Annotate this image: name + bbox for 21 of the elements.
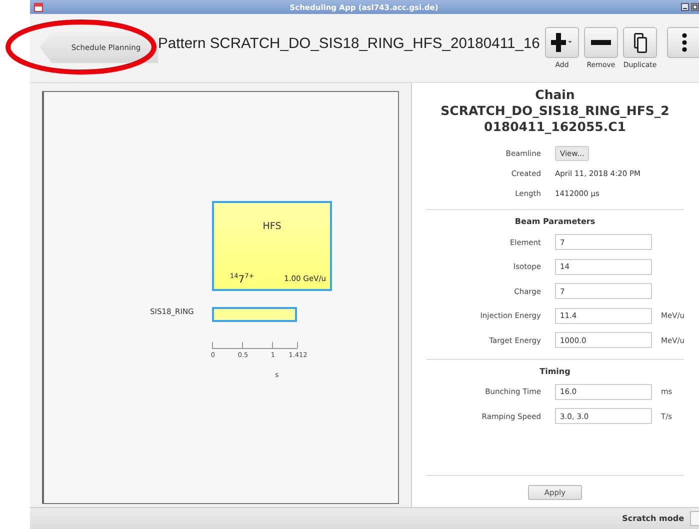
remove-button[interactable]	[584, 27, 618, 58]
duplicate-button[interactable]	[623, 27, 657, 58]
add-button[interactable]	[545, 27, 579, 58]
mode-toggle[interactable]	[690, 511, 699, 526]
ion-label: $^{14}$7$^{7+}$	[230, 272, 254, 285]
pattern-title: Pattern SCRATCH_DO_SIS18_RING_HFS_20180411_16	[158, 36, 540, 52]
section-title: Beam Parameters	[514, 217, 596, 226]
minimize-icon	[681, 3, 689, 11]
app-icon	[34, 2, 43, 12]
add-icon	[551, 32, 573, 54]
chain-name: SCRATCH_DO_SIS18_RING_HFS_20180411_162055.C1	[440, 103, 670, 135]
mode-label: Scratch mode	[622, 514, 684, 523]
block-name: HFS	[262, 221, 282, 232]
section-title: Timing	[538, 366, 572, 376]
minus-icon	[591, 40, 611, 46]
more-button[interactable]	[667, 27, 699, 58]
copy-icon	[634, 32, 646, 52]
timeline-bar[interactable]	[212, 307, 297, 322]
chain-heading: Chain	[534, 87, 576, 103]
maximize-icon	[691, 3, 699, 11]
more-icon	[682, 33, 686, 52]
